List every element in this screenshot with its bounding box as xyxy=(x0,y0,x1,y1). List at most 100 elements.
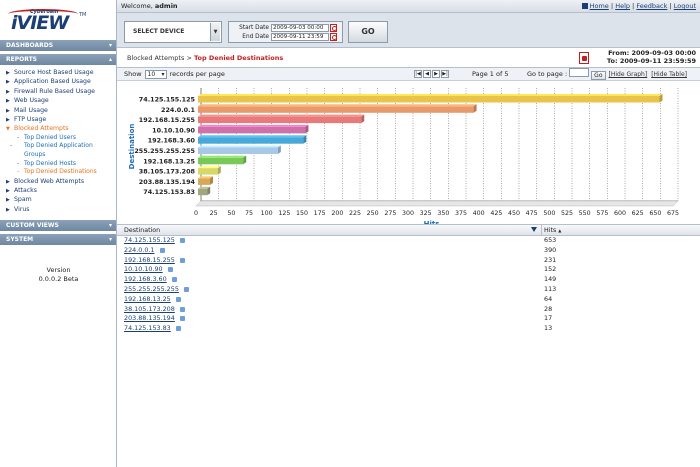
device-select[interactable]: SELECT DEVICE ▼ xyxy=(124,21,222,43)
sidebar-item-virus[interactable]: ▶ Virus xyxy=(6,205,116,214)
sidebar-item-mail-usage[interactable]: ▶ Mail Usage xyxy=(6,106,116,115)
sidebar-item-ftp-usage[interactable]: ▶ FTP Usage xyxy=(6,115,116,124)
sidebar-head-custom-views[interactable]: CUSTOM VIEWS ▾ xyxy=(0,220,116,232)
column-header-hits[interactable]: Hits ▲ xyxy=(541,225,561,235)
y-tick-label: 255.255.255.255 xyxy=(134,147,195,155)
logout-link[interactable]: Logout xyxy=(674,2,696,10)
destination-link[interactable]: 224.0.0.1 xyxy=(124,246,155,256)
sidebar-subitem-denied-users[interactable]: - Top Denied Users xyxy=(6,134,116,143)
sidebar-item-label: Application Based Usage xyxy=(14,78,91,86)
sidebar-subitem-denied-hosts[interactable]: - Top Denied Hosts xyxy=(6,160,116,169)
info-icon[interactable] xyxy=(176,326,181,332)
goto-page: Go to page : Go xyxy=(527,68,606,81)
x-tick-label: 150 xyxy=(296,210,308,217)
to-date: To: 2009-09-11 23:59:59 xyxy=(606,56,696,65)
bar-top xyxy=(198,145,281,148)
hide-table-link[interactable]: [Hide Table] xyxy=(651,71,687,78)
chevron-down-icon[interactable]: ▼ xyxy=(210,23,220,41)
feedback-link[interactable]: Feedback xyxy=(636,2,667,10)
username: admin xyxy=(154,2,178,10)
next-page-icon[interactable]: ▶ xyxy=(432,70,440,78)
help-link[interactable]: Help xyxy=(615,2,630,10)
sidebar-head-system[interactable]: SYSTEM ▾ xyxy=(0,234,116,246)
destination-link[interactable]: 74.125.153.83 xyxy=(124,324,171,334)
calendar-icon[interactable] xyxy=(330,33,337,41)
info-icon[interactable] xyxy=(172,277,177,283)
info-icon[interactable] xyxy=(180,257,185,263)
x-tick-label: 525 xyxy=(561,210,573,217)
home-icon[interactable] xyxy=(581,3,588,9)
top-links: Home | Help | Feedback | Logout xyxy=(581,0,696,13)
destination-link[interactable]: 74.125.155.125 xyxy=(124,236,175,246)
go-button[interactable]: GO xyxy=(348,21,388,43)
breadcrumb-current: Top Denied Destinations xyxy=(193,54,284,62)
separator: | xyxy=(669,2,672,10)
dash-icon: - xyxy=(10,142,13,150)
filter-icon[interactable] xyxy=(531,227,538,234)
destination-link[interactable]: 192.168.15.255 xyxy=(124,256,175,266)
sidebar-item-source-host[interactable]: ▶ Source Host Based Usage xyxy=(6,68,116,77)
info-icon[interactable] xyxy=(184,286,189,292)
end-date-input[interactable]: 2009-09-11 23:59 xyxy=(271,33,329,41)
hits-value: 390 xyxy=(544,245,557,254)
info-icon[interactable] xyxy=(180,238,185,243)
prev-page-icon[interactable]: ◀ xyxy=(423,70,431,78)
calendar-icon[interactable] xyxy=(330,24,337,32)
date-range-box: Start Date 2009-09-03 00:00 End Date 2009-… xyxy=(228,21,343,43)
info-icon[interactable] xyxy=(176,296,181,302)
goto-go-button[interactable]: Go xyxy=(591,71,606,80)
first-page-icon[interactable]: |◀ xyxy=(414,70,422,78)
bar xyxy=(198,168,218,175)
column-header-destination[interactable]: Destination xyxy=(124,225,160,236)
goto-page-input[interactable] xyxy=(569,68,590,77)
dash-icon: - xyxy=(17,168,20,176)
filter-bar: SELECT DEVICE ▼ Start Date 2009-09-03 00:0… xyxy=(117,13,700,48)
destination-link[interactable]: 38.105.173.208 xyxy=(124,305,175,315)
last-page-icon[interactable]: ▶| xyxy=(441,70,449,78)
y-tick-label: 74.125.155.125 xyxy=(139,96,195,104)
sidebar-item-spam[interactable]: ▶ Spam xyxy=(6,195,116,204)
records-per-page: Show10records per page xyxy=(124,68,225,81)
hits-value: 17 xyxy=(544,314,553,323)
y-tick-label: 192.168.3.60 xyxy=(148,137,196,145)
start-date-input[interactable]: 2009-09-03 00:00 xyxy=(271,24,329,32)
y-tick-label: 74.125.153.83 xyxy=(143,188,195,196)
reports-list: ▶ Source Host Based Usage ▶ Application Ba… xyxy=(0,65,116,217)
destination-link[interactable]: 192.168.3.60 xyxy=(124,275,167,285)
sidebar-item-blocked-web[interactable]: ▶ Blocked Web Attempts xyxy=(6,177,116,186)
bar-top xyxy=(198,155,247,158)
sidebar-item-label: Blocked Attempts xyxy=(14,125,69,133)
destination-link[interactable]: 255.255.255.255 xyxy=(124,285,179,295)
y-tick-label: 10.10.10.90 xyxy=(152,126,195,134)
x-tick-label: 575 xyxy=(596,210,608,217)
destination-link[interactable]: 10.10.10.90 xyxy=(124,265,163,275)
sidebar-item-blocked-attempts[interactable]: ▼ Blocked Attempts xyxy=(6,124,116,133)
hide-graph-link[interactable]: [Hide Graph] xyxy=(609,71,648,78)
info-icon[interactable] xyxy=(168,267,173,273)
destination-link[interactable]: 203.88.135.194 xyxy=(124,314,175,324)
info-icon[interactable] xyxy=(180,316,185,322)
sidebar-subitem-denied-destinations[interactable]: - Top Denied Destinations xyxy=(6,168,116,177)
info-icon[interactable] xyxy=(160,247,165,253)
arrow-down-icon: ▼ xyxy=(6,126,10,133)
sidebar-subitem-denied-app-groups[interactable]: - Top Denied Application Groups xyxy=(6,142,116,159)
x-tick-label: 650 xyxy=(649,210,661,217)
y-tick-label: 203.88.135.194 xyxy=(139,178,196,186)
sidebar-item-application[interactable]: ▶ Application Based Usage xyxy=(6,77,116,86)
y-tick-label: 192.168.13.25 xyxy=(143,157,195,165)
welcome-label: Welcome, xyxy=(121,2,153,10)
table-row: 38.105.173.208 28 xyxy=(117,305,700,315)
sidebar-head-dashboards[interactable]: DASHBOARDS ▾ xyxy=(0,40,116,51)
pdf-icon[interactable] xyxy=(579,52,589,64)
sidebar-item-web-usage[interactable]: ▶ Web Usage xyxy=(6,96,116,105)
info-icon[interactable] xyxy=(180,306,185,312)
sidebar-item-attacks[interactable]: ▶ Attacks xyxy=(6,186,116,195)
sidebar-head-reports[interactable]: REPORTS ▴ xyxy=(0,54,116,65)
breadcrumb-parent[interactable]: Blocked Attempts xyxy=(127,54,184,62)
destination-link[interactable]: 192.168.13.25 xyxy=(124,295,171,305)
records-per-page-select[interactable]: 10 xyxy=(144,70,167,79)
home-link[interactable]: Home xyxy=(590,2,609,10)
chevron-up-icon: ▴ xyxy=(108,56,112,63)
table-row: 192.168.3.60 149 xyxy=(117,275,700,285)
sidebar-item-firewall-rule[interactable]: ▶ Firewall Rule Based Usage xyxy=(6,87,116,96)
